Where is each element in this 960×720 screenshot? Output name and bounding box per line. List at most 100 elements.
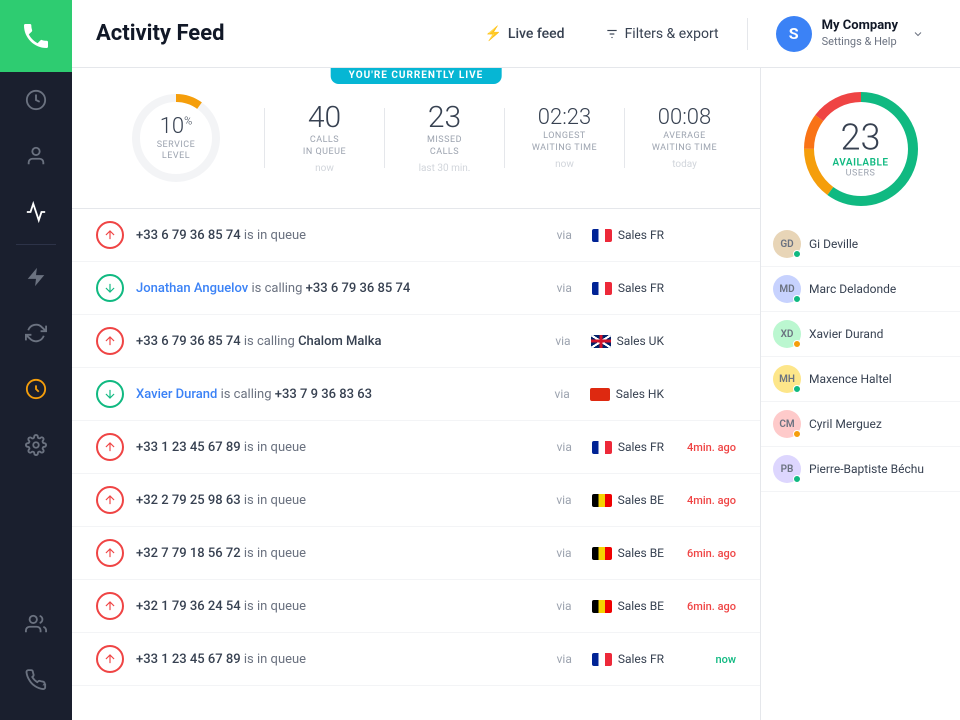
- calls-label1: CALLS: [310, 135, 339, 145]
- user-status-dot: [793, 385, 801, 393]
- user-name: Xavier Durand: [809, 327, 948, 341]
- feed-time: now: [676, 653, 736, 666]
- longest-label2: WAITING TIME: [532, 143, 597, 153]
- sidebar-item-contacts[interactable]: [0, 128, 72, 184]
- service-level-value: 10%: [157, 114, 196, 140]
- call-icon: [96, 645, 124, 673]
- user-initials: PB: [781, 464, 794, 475]
- sidebar-item-team[interactable]: [0, 596, 72, 652]
- stats-bar: YOU'RE CURRENTLY LIVE 10% SERVICE: [72, 68, 760, 209]
- feed-text: +33 6 79 36 85 74 is in queue: [136, 228, 537, 243]
- filters-button[interactable]: Filters & export: [593, 20, 731, 48]
- live-feed-label: Live feed: [508, 26, 565, 42]
- company-badge[interactable]: S My Company Settings & Help: [764, 10, 936, 58]
- flag-badge: Sales FR: [592, 281, 664, 295]
- average-label2: WAITING TIME: [652, 143, 717, 153]
- company-info: My Company Settings & Help: [822, 18, 898, 49]
- big-donut-wrapper: 23 AVAILABLE USERS: [796, 84, 926, 214]
- sidebar-item-settings[interactable]: [0, 417, 72, 473]
- feed-item[interactable]: +33 6 79 36 85 74 is in queue via Sales …: [72, 209, 760, 262]
- feed-item[interactable]: +32 7 79 18 56 72 is in queue via Sales …: [72, 527, 760, 580]
- queue-name: Sales BE: [618, 599, 664, 613]
- longest-value: 02:23: [538, 107, 591, 129]
- feed-text: +33 1 23 45 67 89 is in queue: [136, 440, 537, 455]
- available-users-sub: USERS: [832, 169, 888, 179]
- longest-waiting-stat: 02:23 LONGEST WAITING TIME now: [513, 99, 616, 178]
- feed-text: Jonathan Anguelov is calling +33 6 79 36…: [136, 281, 537, 296]
- queue-name: Sales FR: [618, 652, 664, 666]
- flag-badge: Sales BE: [592, 493, 664, 507]
- call-icon: [96, 274, 124, 302]
- user-initials: MD: [779, 284, 794, 295]
- user-item[interactable]: GD Gi Deville: [761, 222, 960, 267]
- sidebar-item-history[interactable]: [0, 72, 72, 128]
- available-users-label: AVAILABLE: [832, 158, 888, 169]
- service-level-donut: 10% SERVICE LEVEL: [96, 80, 256, 196]
- feed-via: via: [556, 493, 571, 507]
- user-item[interactable]: CM Cyril Merguez: [761, 402, 960, 447]
- user-status-dot: [793, 430, 801, 438]
- user-name: Pierre-Baptiste Béchu: [809, 462, 948, 476]
- sidebar-item-power[interactable]: [0, 361, 72, 417]
- feed-via: via: [555, 387, 570, 401]
- flag-badge: Sales HK: [590, 387, 664, 401]
- feed-item[interactable]: +33 1 23 45 67 89 is in queue via Sales …: [72, 421, 760, 474]
- user-item[interactable]: MD Marc Deladonde: [761, 267, 960, 312]
- sidebar-bottom: [0, 596, 72, 720]
- user-status-dot: [793, 250, 801, 258]
- user-avatar: CM: [773, 410, 801, 438]
- feed-via: via: [557, 440, 572, 454]
- sidebar-item-sync[interactable]: [0, 305, 72, 361]
- donut-wrapper: 10% SERVICE LEVEL: [126, 88, 226, 188]
- missed-calls-stat: 23 MISSED CALLS last 30 min.: [393, 95, 496, 182]
- user-item[interactable]: MH Maxence Haltel: [761, 357, 960, 402]
- user-name: Marc Deladonde: [809, 282, 948, 296]
- feed-item[interactable]: Xavier Durand is calling +33 7 9 36 83 6…: [72, 368, 760, 421]
- feed-via: via: [556, 546, 571, 560]
- main-content: Activity Feed ⚡ Live feed Filters & expo…: [72, 0, 960, 720]
- flag-badge: Sales FR: [592, 440, 664, 454]
- available-users-value: 23: [832, 120, 888, 156]
- call-icon: [96, 327, 124, 355]
- user-initials: XD: [781, 329, 794, 340]
- longest-sub: now: [555, 159, 574, 170]
- left-panel: YOU'RE CURRENTLY LIVE 10% SERVICE: [72, 68, 760, 720]
- queue-name: Sales FR: [618, 228, 664, 242]
- user-name: Cyril Merguez: [809, 417, 948, 431]
- average-waiting-stat: 00:08 AVERAGE WAITING TIME today: [633, 99, 736, 178]
- call-icon: [96, 539, 124, 567]
- user-item[interactable]: PB Pierre-Baptiste Béchu: [761, 447, 960, 492]
- bolt-icon: ⚡: [484, 26, 501, 42]
- call-icon: [96, 486, 124, 514]
- feed-text: +32 1 79 36 24 54 is in queue: [136, 599, 536, 614]
- live-feed-button[interactable]: ⚡ Live feed: [472, 20, 576, 48]
- content-area: YOU'RE CURRENTLY LIVE 10% SERVICE: [72, 68, 960, 720]
- stat-divider-4: [624, 108, 625, 168]
- feed-item[interactable]: +32 2 79 25 98 63 is in queue via Sales …: [72, 474, 760, 527]
- user-avatar: GD: [773, 230, 801, 258]
- feed-item[interactable]: +33 6 79 36 85 74 is calling Chalom Malk…: [72, 315, 760, 368]
- user-initials: GD: [780, 239, 793, 250]
- feed-via: via: [557, 228, 572, 242]
- queue-name: Sales BE: [618, 546, 664, 560]
- stat-divider-1: [264, 108, 265, 168]
- feed-item[interactable]: +33 1 23 45 67 89 is in queue via Sales …: [72, 633, 760, 686]
- queue-name: Sales FR: [618, 440, 664, 454]
- sidebar-item-activity[interactable]: [0, 184, 72, 240]
- average-value: 00:08: [658, 107, 711, 129]
- stat-divider-2: [384, 108, 385, 168]
- feed-item[interactable]: Jonathan Anguelov is calling +33 6 79 36…: [72, 262, 760, 315]
- big-donut-text: 23 AVAILABLE USERS: [832, 120, 888, 179]
- sidebar: [0, 0, 72, 720]
- longest-label1: LONGEST: [543, 131, 586, 141]
- app-logo[interactable]: [0, 0, 72, 72]
- user-item[interactable]: XD Xavier Durand: [761, 312, 960, 357]
- sidebar-item-phone[interactable]: [0, 652, 72, 708]
- queue-name: Sales UK: [617, 334, 664, 348]
- feed-via: via: [557, 281, 572, 295]
- page-title: Activity Feed: [96, 21, 472, 46]
- user-status-dot: [793, 340, 801, 348]
- feed-item[interactable]: +32 1 79 36 24 54 is in queue via Sales …: [72, 580, 760, 633]
- sidebar-item-lightning[interactable]: [0, 249, 72, 305]
- call-icon: [96, 592, 124, 620]
